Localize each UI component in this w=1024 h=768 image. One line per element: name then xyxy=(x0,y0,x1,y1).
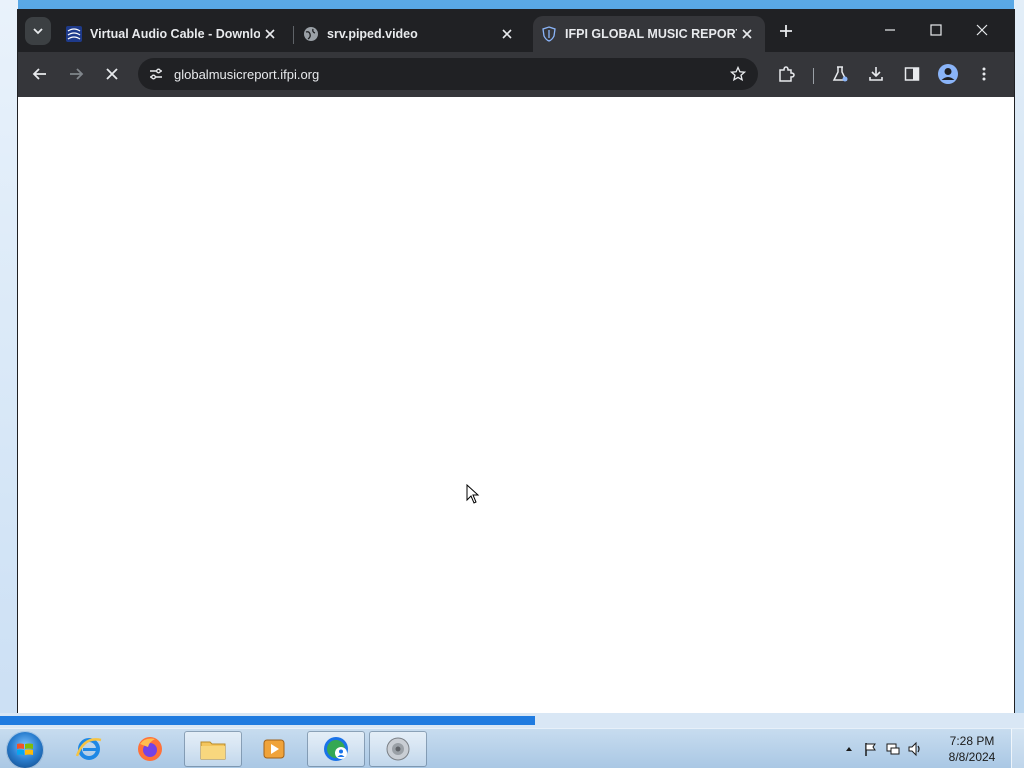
tab-strip: Virtual Audio Cable - Downloa srv.piped.… xyxy=(18,10,1014,52)
flag-icon xyxy=(865,743,876,756)
side-panel-button[interactable] xyxy=(898,60,926,88)
close-icon xyxy=(976,24,988,36)
close-icon xyxy=(106,68,118,80)
forward-button[interactable] xyxy=(62,60,90,88)
tab-title: Virtual Audio Cable - Downloa xyxy=(90,27,260,41)
system-tray: 7:28 PM 8/8/2024 xyxy=(838,729,1004,768)
window-close-button[interactable] xyxy=(960,14,1004,46)
taskbar-chrome-profile[interactable] xyxy=(307,731,365,767)
tab-search-button[interactable] xyxy=(25,17,51,45)
desktop-background xyxy=(0,0,18,728)
profile-button[interactable] xyxy=(934,60,962,88)
star-icon xyxy=(730,66,746,82)
maximize-icon xyxy=(930,24,942,36)
desktop-background-right xyxy=(1014,0,1024,728)
menu-button[interactable] xyxy=(970,60,998,88)
stop-loading-button[interactable] xyxy=(98,60,126,88)
download-icon xyxy=(869,67,883,81)
taskbar: 7:28 PM 8/8/2024 xyxy=(0,728,1024,768)
browser-window: Virtual Audio Cable - Downloa srv.piped.… xyxy=(18,10,1014,713)
back-arrow-icon xyxy=(32,68,46,80)
site-info-icon[interactable] xyxy=(146,64,166,84)
close-icon xyxy=(265,29,275,39)
firefox-icon xyxy=(138,737,162,761)
chevron-down-icon xyxy=(33,28,43,35)
show-hidden-icons-button[interactable] xyxy=(840,740,858,758)
tab-close-button[interactable] xyxy=(737,24,757,44)
chrome-profile-icon xyxy=(324,737,348,761)
tab-close-button[interactable] xyxy=(497,24,517,44)
windows-logo-icon xyxy=(17,743,33,755)
network-icon xyxy=(886,743,900,755)
more-vert-icon xyxy=(982,67,986,81)
volume-control[interactable] xyxy=(906,740,924,758)
close-icon xyxy=(502,29,512,39)
tab-title: IFPI GLOBAL MUSIC REPORT 20 xyxy=(565,27,737,41)
minimize-icon xyxy=(885,29,895,31)
taskbar-media-player[interactable] xyxy=(245,731,303,767)
vac-icon xyxy=(66,26,82,42)
taskbar-firefox[interactable] xyxy=(121,731,179,767)
media-player-icon xyxy=(263,739,285,759)
address-bar[interactable]: globalmusicreport.ifpi.org xyxy=(138,58,758,90)
chevron-up-icon xyxy=(846,747,852,751)
maximize-button[interactable] xyxy=(914,14,958,46)
tab-ifpi-report[interactable]: IFPI GLOBAL MUSIC REPORT 20 xyxy=(533,16,765,52)
volume-icon xyxy=(908,741,920,757)
taskbar-internet-explorer[interactable] xyxy=(60,731,118,767)
page-content[interactable] xyxy=(18,97,1014,713)
network-status[interactable] xyxy=(884,740,902,758)
globe-icon xyxy=(303,26,319,42)
side-panel-icon xyxy=(904,67,920,81)
folder-icon xyxy=(200,741,226,760)
tab-virtual-audio-cable[interactable]: Virtual Audio Cable - Downloa xyxy=(58,16,288,52)
taskbar-speaker-app[interactable] xyxy=(369,731,427,767)
flask-icon xyxy=(832,66,848,82)
new-tab-button[interactable] xyxy=(775,20,797,42)
tab-title: srv.piped.video xyxy=(327,27,418,41)
tab-close-button[interactable] xyxy=(260,24,280,44)
horizontal-scrollbar[interactable] xyxy=(0,716,535,725)
system-clock[interactable]: 7:28 PM 8/8/2024 xyxy=(940,733,1004,765)
show-desktop-button[interactable] xyxy=(1011,729,1024,768)
browser-toolbar: globalmusicreport.ifpi.org xyxy=(18,52,1014,97)
taskbar-file-explorer[interactable] xyxy=(184,731,242,767)
labs-button[interactable] xyxy=(826,60,854,88)
back-button[interactable] xyxy=(26,60,54,88)
extensions-button[interactable] xyxy=(772,60,800,88)
ifpi-shield-icon xyxy=(541,26,557,42)
action-center-flag[interactable] xyxy=(862,740,880,758)
mouse-cursor-icon xyxy=(466,484,480,504)
bookmark-star-button[interactable] xyxy=(724,60,752,88)
internet-explorer-icon xyxy=(75,738,102,760)
start-button[interactable] xyxy=(6,731,44,768)
plus-icon xyxy=(780,25,792,37)
tab-piped-video[interactable]: srv.piped.video xyxy=(295,16,525,52)
toolbar-divider xyxy=(813,68,814,84)
clock-time: 7:28 PM xyxy=(949,734,995,748)
close-icon xyxy=(742,29,752,39)
speaker-icon xyxy=(386,737,410,761)
minimize-button[interactable] xyxy=(868,14,912,46)
forward-arrow-icon xyxy=(70,68,84,80)
url-text: globalmusicreport.ifpi.org xyxy=(174,66,320,82)
downloads-button[interactable] xyxy=(862,60,890,88)
clock-date: 8/8/2024 xyxy=(948,750,996,764)
tab-separator xyxy=(293,26,294,44)
avatar-icon xyxy=(938,64,958,84)
puzzle-icon xyxy=(779,66,795,82)
